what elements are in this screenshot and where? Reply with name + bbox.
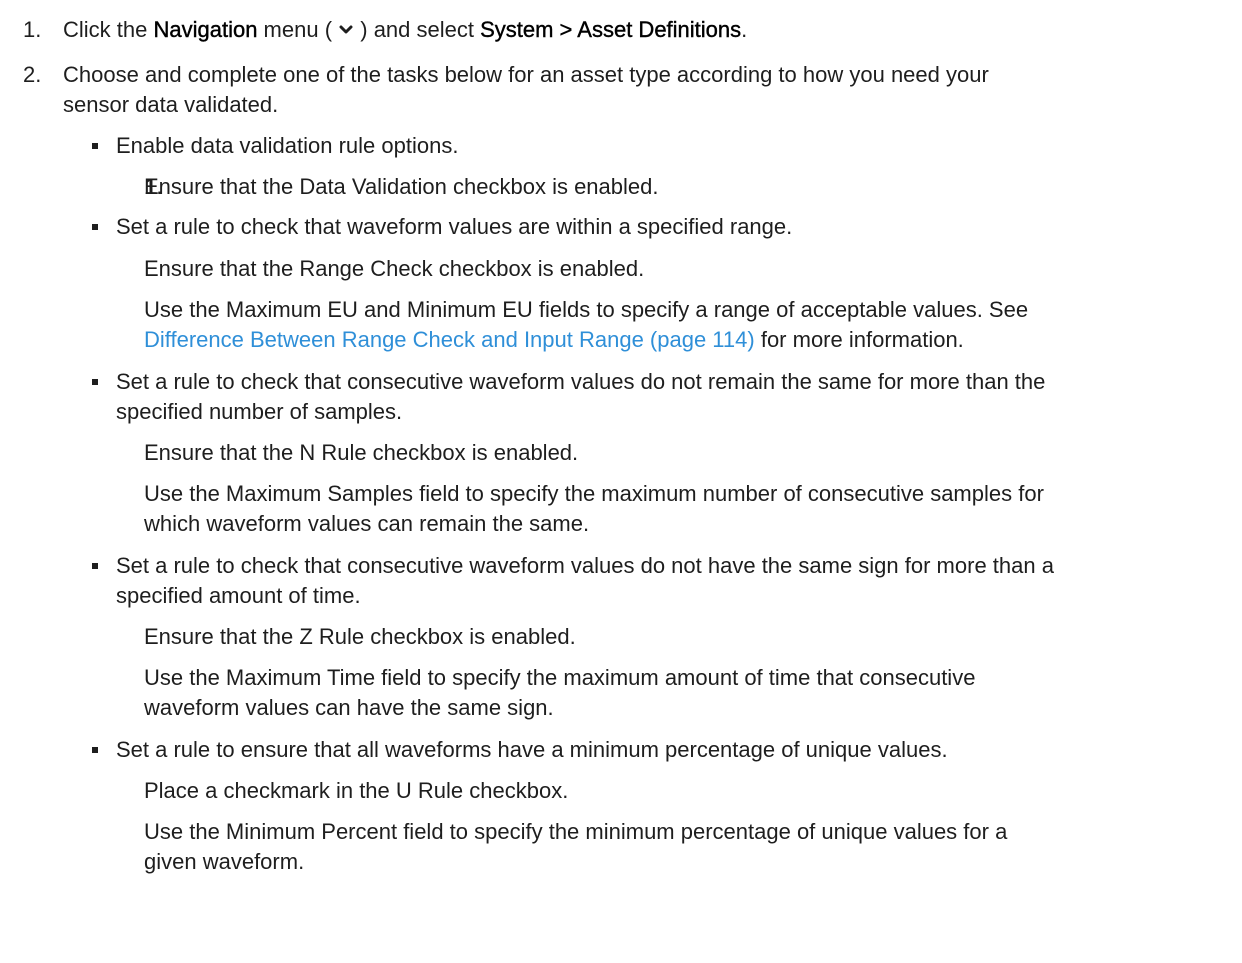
chevron-down-icon (339, 14, 353, 44)
substep-text: Use the Maximum Samples field to specify… (144, 481, 1044, 506)
bullet-icon (92, 224, 98, 230)
bullet-icon (92, 379, 98, 385)
task-title: specified number of samples. (116, 399, 403, 424)
bullet-icon (92, 143, 98, 149)
menu-path-label: System > Asset Definitions (480, 17, 742, 42)
step-1-text: Click the Navigation menu ( ) and select… (63, 15, 747, 45)
substep-text: waveform values can have the same sign. (144, 695, 554, 720)
task-title: specified amount of time. (116, 583, 361, 608)
substep-text: Use the Minimum Percent field to specify… (144, 819, 1008, 844)
task-title: Set a rule to check that consecutive wav… (116, 553, 1054, 578)
substep-text: Ensure that the Data Validation checkbox… (144, 174, 659, 199)
substep-text: Ensure that the Range Check checkbox is … (144, 256, 645, 281)
task-title: Set a rule to check that waveform values… (116, 214, 793, 239)
substep-text: Ensure that the Z Rule checkbox is enabl… (144, 624, 576, 649)
navigation-menu-label: Navigation (153, 17, 258, 42)
step-number: 2. (23, 62, 42, 87)
substep-text: for more information. (754, 327, 964, 352)
substep-text: Place a checkmark in the U Rule checkbox… (144, 778, 569, 803)
substep-text: Use the Maximum Time field to specify th… (144, 665, 976, 690)
step-1-lead-text: Click the (63, 17, 154, 42)
substep-text: Use the Maximum EU and Minimum EU fields… (144, 297, 1029, 322)
step-2-text: Choose and complete one of the tasks bel… (63, 62, 989, 87)
task-title: Set a rule to ensure that all waveforms … (116, 737, 948, 762)
document-page: 1. Click the Navigation menu ( ) and sel… (0, 0, 1242, 963)
difference-range-check-link[interactable]: Difference Between Range Check and Input… (144, 327, 755, 352)
substep-text: given waveform. (144, 849, 305, 874)
task-title: Enable data validation rule options. (116, 133, 459, 158)
step-2-text: sensor data validated. (63, 92, 279, 117)
bullet-icon (92, 563, 98, 569)
step-number: 1. (23, 17, 42, 42)
bullet-icon (92, 747, 98, 753)
substep-text: Ensure that the N Rule checkbox is enabl… (144, 440, 579, 465)
substep-link-line: Difference Between Range Check and Input… (144, 325, 964, 355)
substep-text: which waveform values can remain the sam… (144, 511, 590, 536)
step-1-menu-text: menu ( (257, 17, 339, 42)
step-1-period: . (741, 17, 748, 42)
step-1-select-text: ) and select (354, 17, 481, 42)
task-title: Set a rule to check that consecutive wav… (116, 369, 1046, 394)
